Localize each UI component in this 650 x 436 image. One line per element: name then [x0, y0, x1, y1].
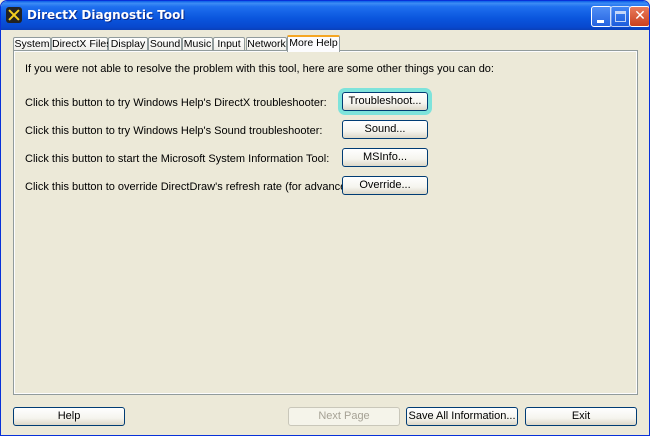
troubleshoot-button[interactable]: Troubleshoot... — [342, 92, 428, 111]
msinfo-button[interactable]: MSInfo... — [342, 148, 428, 167]
exit-button[interactable]: Exit — [525, 407, 637, 426]
more-help-content: If you were not able to resolve the prob… — [14, 51, 637, 394]
title-bar[interactable]: DirectX Diagnostic Tool ✕ — [1, 1, 649, 30]
tab-more-help[interactable]: More Help — [287, 35, 340, 52]
intro-text: If you were not able to resolve the prob… — [25, 63, 494, 75]
close-icon: ✕ — [634, 8, 646, 24]
msinfo-label: Click this button to start the Microsoft… — [25, 153, 330, 165]
help-button[interactable]: Help — [13, 407, 125, 426]
minimize-button[interactable] — [591, 6, 612, 27]
sound-button[interactable]: Sound... — [342, 120, 428, 139]
window-title: DirectX Diagnostic Tool — [27, 8, 185, 22]
override-button[interactable]: Override... — [342, 176, 428, 195]
close-button[interactable]: ✕ — [629, 6, 649, 27]
sound-troubleshooter-label: Click this button to try Windows Help's … — [25, 125, 323, 137]
minimize-icon — [597, 20, 604, 23]
directx-app-icon — [6, 7, 22, 23]
maximize-button[interactable] — [610, 6, 631, 27]
maximize-icon — [615, 11, 626, 22]
more-help-panel: If you were not able to resolve the prob… — [13, 50, 638, 395]
dxdiag-window: DirectX Diagnostic Tool ✕ System DirectX… — [0, 0, 650, 436]
next-page-button[interactable]: Next Page — [288, 407, 400, 426]
save-all-information-button[interactable]: Save All Information... — [406, 407, 518, 426]
directx-troubleshooter-label: Click this button to try Windows Help's … — [25, 97, 327, 109]
